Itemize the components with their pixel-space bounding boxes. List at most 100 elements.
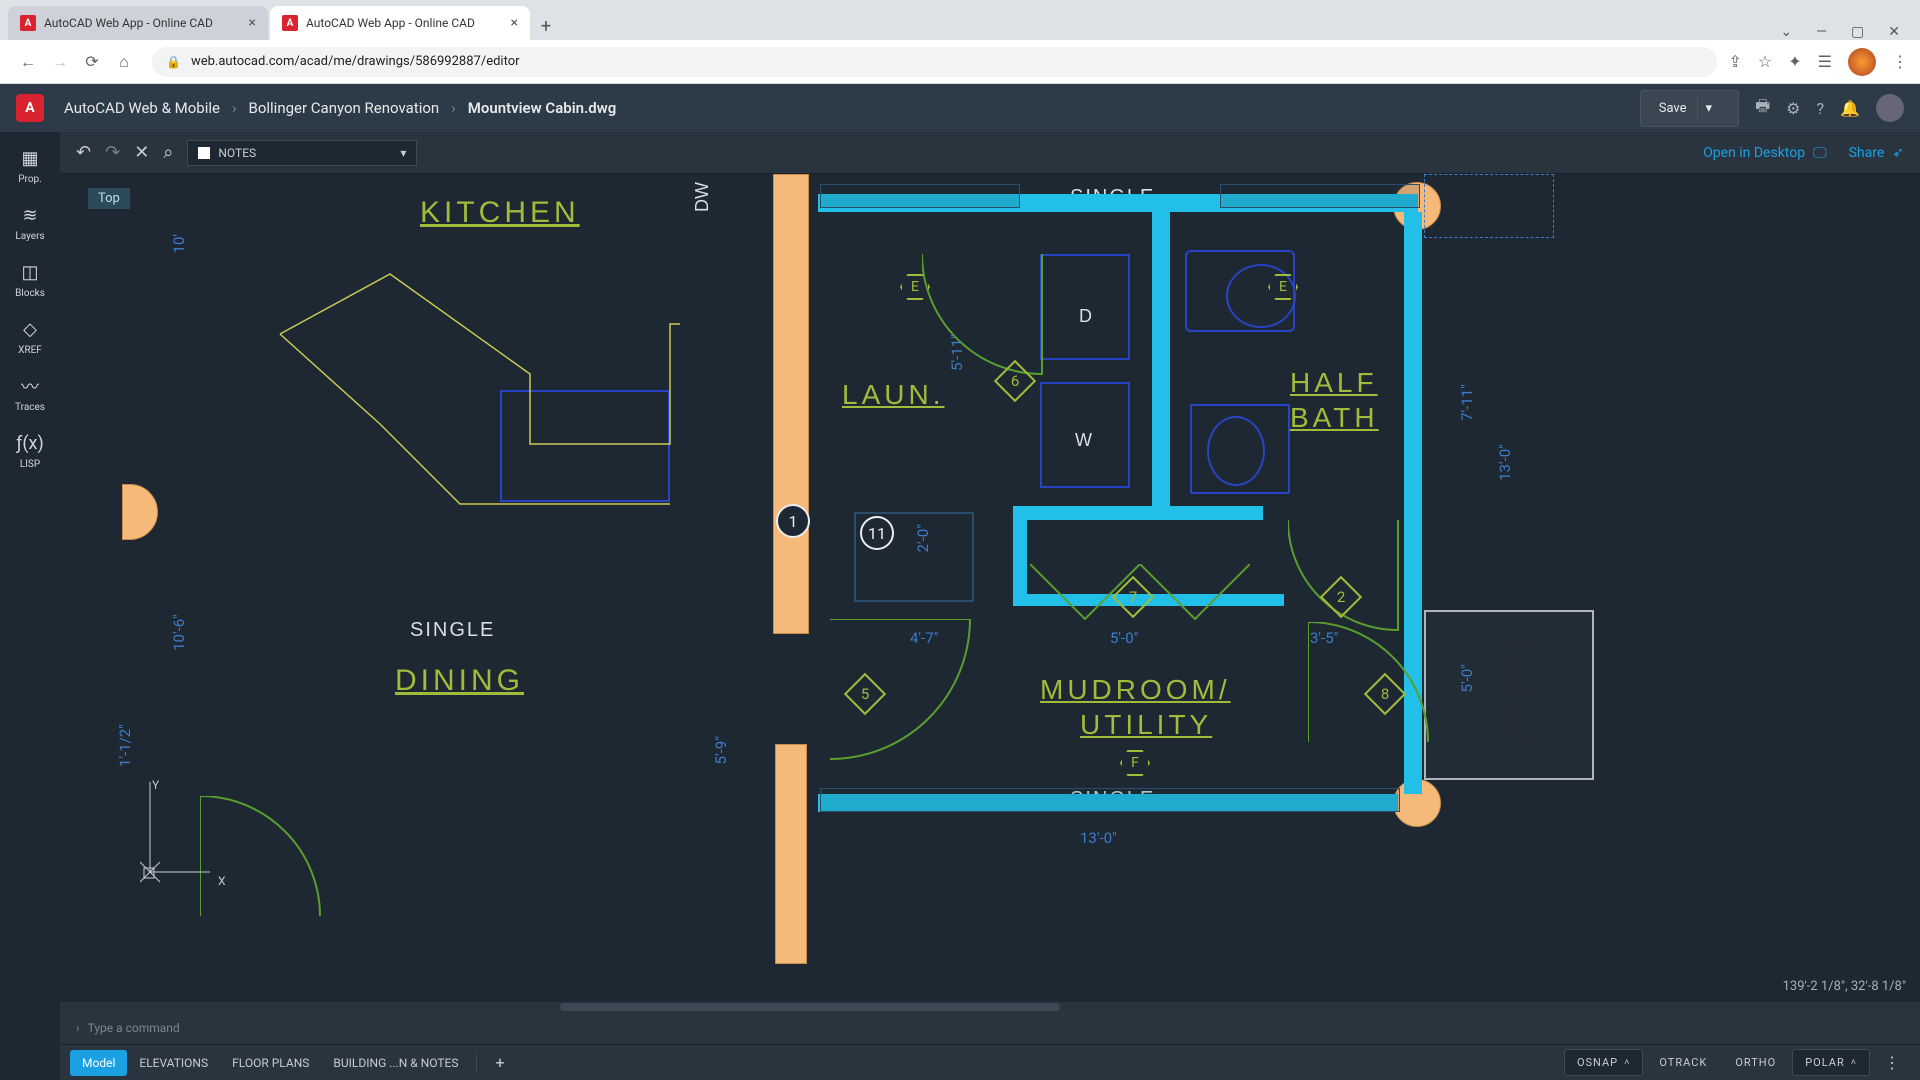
install-icon[interactable]: ⇪ xyxy=(1729,52,1742,71)
help-icon[interactable]: ? xyxy=(1817,99,1825,118)
reading-list-icon[interactable]: ☰ xyxy=(1818,52,1832,71)
chevron-up-icon[interactable]: ˄ xyxy=(1624,1057,1630,1068)
status-menu-icon[interactable]: ⋮ xyxy=(1874,1053,1910,1072)
scrollbar-thumb[interactable] xyxy=(560,1003,1060,1011)
dim-text: 5'-11" xyxy=(948,334,966,371)
properties-icon: ▦ xyxy=(18,146,42,170)
user-avatar[interactable] xyxy=(1876,94,1904,122)
share-button[interactable]: Share ➶ xyxy=(1849,145,1904,161)
label-single-left: SINGLE xyxy=(410,619,495,642)
breadcrumb-project[interactable]: Bollinger Canyon Renovation xyxy=(248,99,439,117)
divider xyxy=(476,1054,477,1072)
bookmark-icon[interactable]: ☆ xyxy=(1758,52,1772,71)
dim-text: 10'-6" xyxy=(170,614,188,651)
zoom-selection-icon[interactable]: ⌕ xyxy=(163,142,173,163)
add-layout-button[interactable]: + xyxy=(483,1053,516,1072)
layers-icon: ≋ xyxy=(18,203,42,227)
left-sidebar: ▦ Prop. ≋ Layers ◫ Blocks ◇ XREF 〰 Trace… xyxy=(0,132,60,1080)
room-label-kitchen: KITCHEN xyxy=(420,196,580,230)
close-window-icon[interactable]: ✕ xyxy=(1888,24,1900,40)
section-box xyxy=(1220,184,1420,208)
status-polar[interactable]: POLAR˄ xyxy=(1792,1049,1870,1076)
section-box xyxy=(820,788,1400,812)
layer-dropdown[interactable]: NOTES ▾ xyxy=(187,140,417,166)
sidebar-item-blocks[interactable]: ◫ Blocks xyxy=(15,260,45,299)
maximize-icon[interactable]: ▢ xyxy=(1851,24,1864,40)
dim-text: 13'-0" xyxy=(1080,829,1117,847)
xref-icon: ◇ xyxy=(18,317,42,341)
minimize-icon[interactable]: ― xyxy=(1816,24,1827,40)
room-label-dining: DINING xyxy=(395,664,524,698)
horizontal-scrollbar[interactable] xyxy=(60,1002,1920,1012)
chevron-down-icon: ▾ xyxy=(400,146,406,160)
forward-button[interactable]: → xyxy=(44,46,76,78)
command-line[interactable]: › Type a command xyxy=(60,1012,1920,1044)
wall xyxy=(1013,506,1027,606)
drawing-toolbar: ↶ ↷ ✕ ⌕ NOTES ▾ Open in Desktop 🖵 Share … xyxy=(60,132,1920,174)
browser-tab-active[interactable]: A AutoCAD Web App - Online CAD × xyxy=(270,6,530,40)
sidebar-item-properties[interactable]: ▦ Prop. xyxy=(18,146,42,185)
status-osnap[interactable]: OSNAP˄ xyxy=(1564,1049,1643,1076)
new-tab-button[interactable]: + xyxy=(532,12,560,40)
layout-tab-floorplans[interactable]: FLOOR PLANS xyxy=(220,1050,321,1076)
breadcrumb: AutoCAD Web & Mobile › Bollinger Canyon … xyxy=(64,99,616,117)
extensions-icon[interactable]: ✦ xyxy=(1788,52,1801,71)
home-button[interactable]: ⌂ xyxy=(108,46,140,78)
favicon: A xyxy=(282,15,298,31)
close-icon[interactable]: × xyxy=(511,15,518,31)
profile-avatar[interactable] xyxy=(1848,48,1876,76)
room-label-halfbath-2: BATH xyxy=(1290,402,1379,434)
layout-tab-notes[interactable]: BUILDING ...N & NOTES xyxy=(321,1050,470,1076)
back-button[interactable]: ← xyxy=(12,46,44,78)
sidebar-item-lisp[interactable]: ƒ(x) LISP xyxy=(18,431,42,470)
dim-text: 5'-0" xyxy=(1458,664,1476,692)
save-dropdown-icon[interactable]: ▾ xyxy=(1697,96,1721,121)
axis-x-label: X xyxy=(218,874,226,888)
status-otrack[interactable]: OTRACK xyxy=(1647,1050,1719,1075)
chevron-up-icon[interactable]: ˄ xyxy=(1851,1057,1857,1068)
kebab-icon[interactable]: ⋮ xyxy=(1892,52,1908,71)
close-icon[interactable]: × xyxy=(249,15,256,31)
room-label-mudroom-2: UTILITY xyxy=(1080,709,1212,741)
browser-tab[interactable]: A AutoCAD Web App - Online CAD × xyxy=(8,6,268,40)
cursor-coordinates: 139'-2 1/8", 32'-8 1/8" xyxy=(1783,979,1906,994)
undo-button[interactable]: ↶ xyxy=(76,142,91,163)
wall xyxy=(1152,194,1170,514)
sidebar-item-layers[interactable]: ≋ Layers xyxy=(15,203,44,242)
gear-icon[interactable]: ⚙ xyxy=(1786,99,1800,118)
status-ortho[interactable]: ORTHO xyxy=(1723,1050,1788,1075)
sidebar-item-traces[interactable]: 〰 Traces xyxy=(15,374,45,413)
dim-text: 5'-9" xyxy=(712,736,730,764)
chevron-right-icon: › xyxy=(232,99,237,117)
drawing-canvas[interactable]: Top 139'-2 1/8", 32'-8 1/8" KITCHEN DINI… xyxy=(60,174,1920,1002)
dim-text: 10' xyxy=(170,234,188,253)
marker-circle-11: 11 xyxy=(860,516,894,550)
door-arc xyxy=(200,796,340,936)
view-label[interactable]: Top xyxy=(88,188,130,209)
open-in-desktop-button[interactable]: Open in Desktop 🖵 xyxy=(1703,145,1826,161)
url-text: web.autocad.com/acad/me/drawings/5869928… xyxy=(191,54,520,69)
measure-icon[interactable]: ✕ xyxy=(134,142,149,163)
breadcrumb-product[interactable]: AutoCAD Web & Mobile xyxy=(64,99,220,117)
marker-hex-f: F xyxy=(1120,750,1150,776)
room-label-mudroom-1: MUDROOM/ xyxy=(1040,674,1231,706)
dim-text: 4'-7" xyxy=(910,629,938,647)
blocks-icon: ◫ xyxy=(18,260,42,284)
fixture-dryer xyxy=(1040,254,1130,360)
marker-circle-1: 1 xyxy=(776,504,810,538)
dim-text: 3'-5" xyxy=(1310,629,1338,647)
layout-tab-elevations[interactable]: ELEVATIONS xyxy=(127,1050,220,1076)
sidebar-item-xref[interactable]: ◇ XREF xyxy=(18,317,42,356)
bell-icon[interactable]: 🔔 xyxy=(1840,99,1860,118)
landing-slab xyxy=(1424,610,1594,780)
save-button[interactable]: Save ▾ xyxy=(1640,90,1739,127)
redo-button[interactable]: ↷ xyxy=(105,142,120,163)
autocad-logo[interactable]: A xyxy=(16,94,44,122)
layout-tab-model[interactable]: Model xyxy=(70,1050,127,1076)
print-icon[interactable]: 🖶 xyxy=(1755,95,1770,122)
reload-button[interactable]: ⟳ xyxy=(76,46,108,78)
chevron-down-icon[interactable]: ⌄ xyxy=(1780,24,1792,40)
traces-icon: 〰 xyxy=(18,374,42,398)
app-header: A AutoCAD Web & Mobile › Bollinger Canyo… xyxy=(0,84,1920,132)
address-bar[interactable]: 🔒 web.autocad.com/acad/me/drawings/58699… xyxy=(152,47,1717,77)
